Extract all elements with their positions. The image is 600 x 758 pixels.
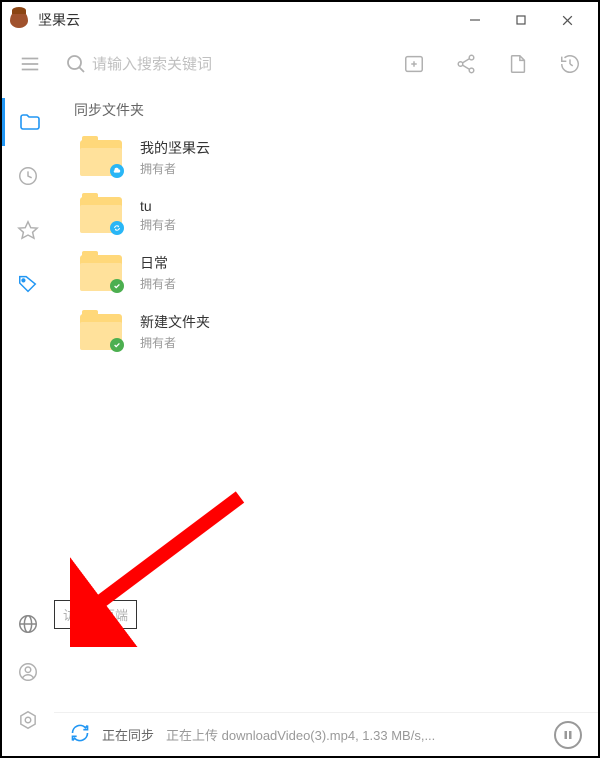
titlebar: 坚果云 xyxy=(2,2,598,38)
sidebar-item-favorites[interactable] xyxy=(2,206,54,254)
sidebar-item-settings[interactable] xyxy=(2,696,54,744)
file-button[interactable] xyxy=(502,48,534,80)
folder-item[interactable]: 我的坚果云 拥有者 xyxy=(74,138,578,177)
search-input[interactable] xyxy=(92,56,374,73)
share-button[interactable] xyxy=(450,48,482,80)
content: 同步文件夹 我的坚果云 拥有者 tu 拥有者 日 xyxy=(54,90,598,756)
pause-button[interactable] xyxy=(554,721,582,749)
folder-item[interactable]: tu 拥有者 xyxy=(74,197,578,233)
folder-subtitle: 拥有者 xyxy=(140,275,176,292)
folder-name: 日常 xyxy=(140,253,176,273)
sidebar-item-account[interactable] xyxy=(2,648,54,696)
folder-badge-sync-icon xyxy=(110,221,124,235)
add-folder-button[interactable] xyxy=(398,48,430,80)
folder-name: 新建文件夹 xyxy=(140,312,210,332)
maximize-button[interactable] xyxy=(498,4,544,36)
search-icon xyxy=(60,48,92,80)
sidebar: 访问网页端 xyxy=(2,90,54,756)
sidebar-item-web[interactable]: 访问网页端 xyxy=(2,600,54,648)
folder-icon xyxy=(80,255,122,291)
search-wrap xyxy=(60,48,374,80)
folder-subtitle: 拥有者 xyxy=(140,160,210,177)
app-title: 坚果云 xyxy=(38,10,80,30)
sidebar-item-files[interactable] xyxy=(2,98,54,146)
minimize-button[interactable] xyxy=(452,4,498,36)
web-tooltip: 访问网页端 xyxy=(54,600,137,629)
folder-subtitle: 拥有者 xyxy=(140,334,210,351)
folder-item[interactable]: 日常 拥有者 xyxy=(74,253,578,292)
status-label: 正在同步 xyxy=(102,725,154,744)
sync-icon xyxy=(70,723,90,746)
statusbar: 正在同步 正在上传 downloadVideo(3).mp4, 1.33 MB/… xyxy=(54,712,598,756)
sidebar-item-tags[interactable] xyxy=(2,260,54,308)
body: 访问网页端 同步文件夹 我的坚果云 拥有者 xyxy=(2,90,598,756)
section-title: 同步文件夹 xyxy=(74,100,578,120)
folder-badge-check-icon xyxy=(110,338,124,352)
folder-list: 我的坚果云 拥有者 tu 拥有者 日常 拥有者 xyxy=(74,138,578,351)
app-window: 坚果云 xyxy=(0,0,600,758)
folder-icon xyxy=(80,197,122,233)
sidebar-item-recent[interactable] xyxy=(2,152,54,200)
folder-name: tu xyxy=(140,198,176,214)
app-icon xyxy=(10,10,30,30)
status-detail: 正在上传 downloadVideo(3).mp4, 1.33 MB/s,... xyxy=(166,725,542,744)
folder-badge-cloud-icon xyxy=(110,164,124,178)
folder-name: 我的坚果云 xyxy=(140,138,210,158)
folder-item[interactable]: 新建文件夹 拥有者 xyxy=(74,312,578,351)
folder-subtitle: 拥有者 xyxy=(140,216,176,233)
history-button[interactable] xyxy=(554,48,586,80)
folder-icon xyxy=(80,140,122,176)
toolbar xyxy=(2,38,598,90)
folder-icon xyxy=(80,314,122,350)
menu-button[interactable] xyxy=(14,48,46,80)
close-button[interactable] xyxy=(544,4,590,36)
folder-badge-check-icon xyxy=(110,279,124,293)
